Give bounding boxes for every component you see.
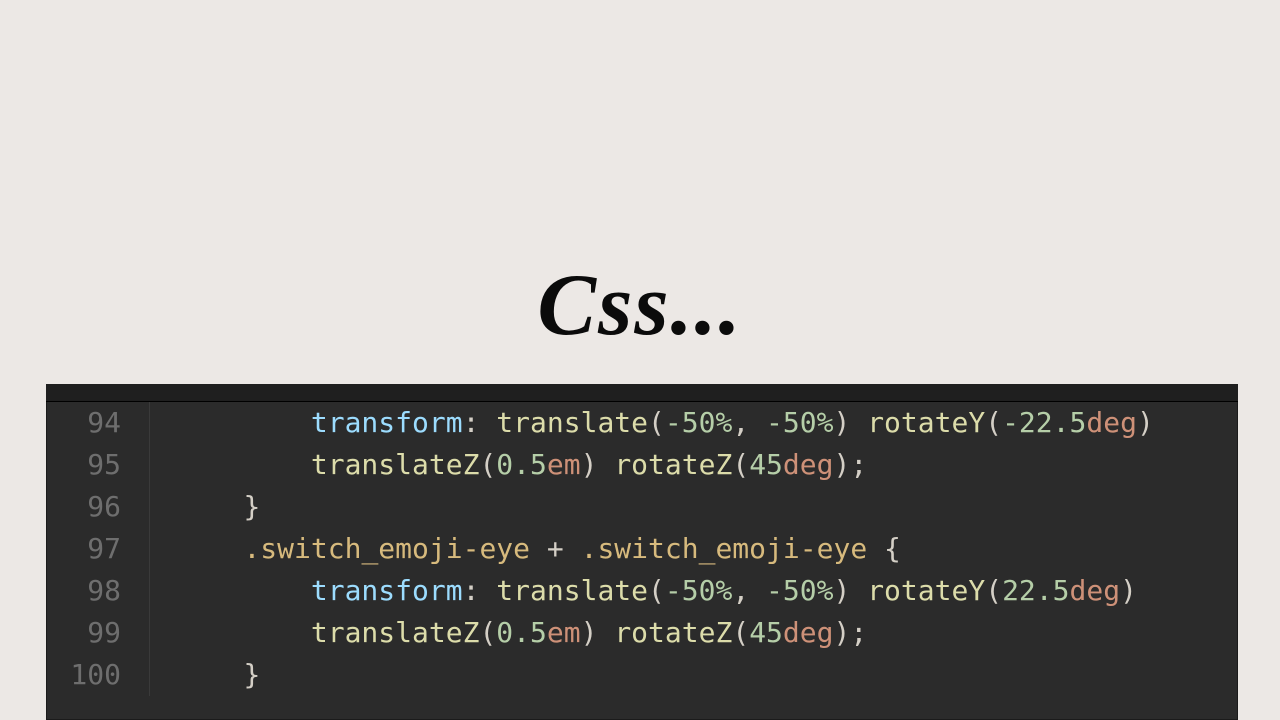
code-token: deg <box>783 448 834 481</box>
code-token: 45 <box>749 448 783 481</box>
code-token: transform <box>311 406 463 439</box>
code-line[interactable]: 98 transform: translate(-50%, -50%) rota… <box>46 570 1238 612</box>
editor-code-area[interactable]: 94 transform: translate(-50%, -50%) rota… <box>46 402 1238 696</box>
code-token: ) <box>1120 574 1137 607</box>
code-token: 45 <box>749 616 783 649</box>
line-number: 98 <box>46 570 150 612</box>
line-number: 99 <box>46 612 150 654</box>
code-token: ) <box>833 616 850 649</box>
line-content[interactable]: } <box>150 654 260 696</box>
code-token: em <box>547 448 581 481</box>
code-token: ( <box>985 406 1002 439</box>
code-line[interactable]: 94 transform: translate(-50%, -50%) rota… <box>46 402 1238 444</box>
code-token: { <box>867 532 901 565</box>
code-token: deg <box>783 616 834 649</box>
code-token: ( <box>732 616 749 649</box>
code-token: translate <box>496 406 648 439</box>
code-token: 0.5 <box>496 448 547 481</box>
code-token: -50% <box>766 406 833 439</box>
code-token: ( <box>479 448 496 481</box>
line-content[interactable]: } <box>150 486 260 528</box>
code-token: -50% <box>665 574 732 607</box>
code-token: translate <box>496 574 648 607</box>
code-line[interactable]: 96 } <box>46 486 1238 528</box>
code-token: } <box>243 490 260 523</box>
code-token: , <box>732 574 766 607</box>
code-line[interactable]: 97 .switch_emoji-eye + .switch_emoji-eye… <box>46 528 1238 570</box>
line-number: 96 <box>46 486 150 528</box>
code-token: translateZ <box>311 448 480 481</box>
code-token: .switch_emoji-eye <box>243 532 530 565</box>
code-token: } <box>243 658 260 691</box>
code-token: em <box>547 616 581 649</box>
code-token: ) <box>833 406 867 439</box>
code-token: + <box>530 532 581 565</box>
code-token: ( <box>479 616 496 649</box>
code-token: rotateZ <box>614 616 732 649</box>
code-token: deg <box>1070 574 1121 607</box>
code-token: 0.5 <box>496 616 547 649</box>
code-token: ( <box>648 406 665 439</box>
editor-breadcrumb <box>46 384 1238 402</box>
code-token: rotateZ <box>614 448 732 481</box>
code-token: transform <box>311 574 463 607</box>
code-token: ) <box>1137 406 1154 439</box>
line-content[interactable]: translateZ(0.5em) rotateZ(45deg); <box>150 612 867 654</box>
line-content[interactable]: translateZ(0.5em) rotateZ(45deg); <box>150 444 867 486</box>
code-token: ) <box>581 616 615 649</box>
stage: Css... 94 transform: translate(-50%, -50… <box>0 0 1280 720</box>
code-token: -22.5 <box>1002 406 1086 439</box>
code-token: : <box>463 574 497 607</box>
code-token: .switch_emoji-eye <box>581 532 868 565</box>
code-editor[interactable]: 94 transform: translate(-50%, -50%) rota… <box>46 384 1238 720</box>
code-token: -50% <box>766 574 833 607</box>
code-token: -50% <box>665 406 732 439</box>
code-token: , <box>732 406 766 439</box>
line-number: 97 <box>46 528 150 570</box>
code-token: ( <box>732 448 749 481</box>
code-token: ( <box>985 574 1002 607</box>
code-token: : <box>463 406 497 439</box>
line-number: 95 <box>46 444 150 486</box>
code-token: rotateY <box>867 574 985 607</box>
line-content[interactable]: .switch_emoji-eye + .switch_emoji-eye { <box>150 528 901 570</box>
line-number: 100 <box>46 654 150 696</box>
code-line[interactable]: 95 translateZ(0.5em) rotateZ(45deg); <box>46 444 1238 486</box>
line-content[interactable]: transform: translate(-50%, -50%) rotateY… <box>150 402 1154 444</box>
code-line[interactable]: 100 } <box>46 654 1238 696</box>
page-title: Css... <box>0 255 1280 356</box>
code-token: deg <box>1086 406 1137 439</box>
line-number: 94 <box>46 402 150 444</box>
code-token: ) <box>833 574 867 607</box>
code-token: ) <box>833 448 850 481</box>
code-token: 22.5 <box>1002 574 1069 607</box>
code-token: rotateY <box>867 406 985 439</box>
code-line[interactable]: 99 translateZ(0.5em) rotateZ(45deg); <box>46 612 1238 654</box>
code-token: ) <box>581 448 615 481</box>
code-token: translateZ <box>311 616 480 649</box>
code-token: ; <box>850 448 867 481</box>
line-content[interactable]: transform: translate(-50%, -50%) rotateY… <box>150 570 1137 612</box>
code-token: ; <box>850 616 867 649</box>
code-token: ( <box>648 574 665 607</box>
